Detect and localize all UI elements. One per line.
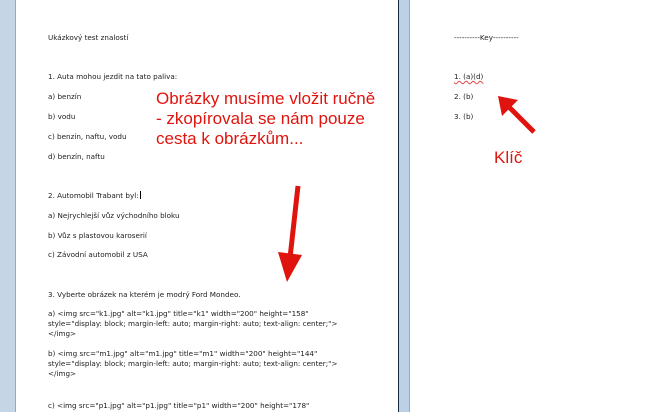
key-answer-1: 1. (a)(d) — [454, 72, 484, 81]
key-header: ----------Key---------- — [454, 33, 519, 42]
annotation-note-images: Obrázky musíme vložit ručně - zkopíroval… — [156, 89, 376, 148]
text-cursor — [139, 191, 142, 199]
red-arrow-up-left-icon — [498, 96, 536, 134]
key-answer-3: 3. (b) — [454, 112, 474, 121]
question-1-option-d: d) benzín, naftu — [48, 152, 105, 161]
question-2-option-b: b) Vůz s plastovou karoserií — [48, 231, 147, 240]
question-2-option-a: a) Nejrychlejší vůz východního bloku — [48, 211, 180, 220]
question-1-option-b: b) vodu — [48, 112, 76, 121]
question-3-option-a-image-path: a) <img src="k1.jpg" alt="k1.jpg" title=… — [48, 309, 338, 338]
page-gap — [398, 0, 410, 412]
question-2-option-c: c) Závodní automobil z USA — [48, 250, 148, 259]
key-answer-2: 2. (b) — [454, 92, 474, 101]
question-2-text: 2. Automobil Trabant byl: — [48, 191, 139, 200]
question-1-option-c: c) benzín, naftu, vodu — [48, 132, 127, 141]
question-1: 1. Auta mohou jezdit na tato paliva: — [48, 72, 178, 81]
document-title: Ukázkový test znalostí — [48, 33, 129, 42]
document-page-key: ----------Key---------- 1. (a)(d) 2. (b)… — [410, 0, 651, 412]
question-2[interactable]: 2. Automobil Trabant byl: — [48, 191, 142, 200]
red-arrow-down-icon — [278, 185, 302, 282]
document-page-test: Ukázkový test znalostí 1. Auta mohou jez… — [16, 0, 398, 412]
question-3: 3. Vyberte obrázek na kterém je modrý Fo… — [48, 290, 241, 299]
annotation-key-label: Klíč — [494, 148, 523, 167]
question-3-option-c-image-path: c) <img src="p1.jpg" alt="p1.jpg" title=… — [48, 401, 310, 410]
question-1-option-a: a) benzín — [48, 92, 82, 101]
question-3-option-b-image-path: b) <img src="m1.jpg" alt="m1.jpg" title=… — [48, 349, 338, 378]
